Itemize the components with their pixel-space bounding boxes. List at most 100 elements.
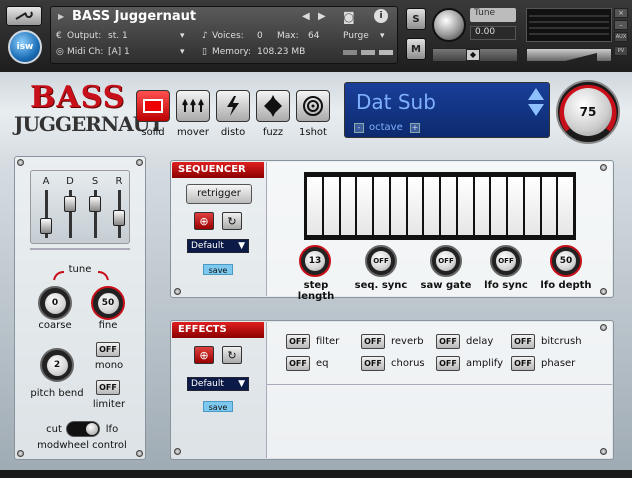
fx-globe-button[interactable]: ⊕ <box>194 346 214 364</box>
aux-button[interactable]: AUX <box>614 32 628 42</box>
fx-preset-dropdown[interactable]: Default ▼ <box>187 377 249 391</box>
mode-disto-button[interactable] <box>216 90 250 122</box>
seq-step[interactable] <box>323 177 339 235</box>
seq-step[interactable] <box>524 177 540 235</box>
seq-preset-dropdown[interactable]: Default ▼ <box>187 239 249 253</box>
seq-step[interactable] <box>390 177 406 235</box>
octave-minus-button[interactable]: - <box>354 123 364 133</box>
decay-fader[interactable] <box>64 196 76 212</box>
mute-button[interactable]: M <box>406 38 426 60</box>
step-length-knob[interactable]: 13 <box>299 245 331 277</box>
voices-label: Voices: <box>212 31 244 41</box>
seq-step[interactable] <box>441 177 456 235</box>
seq-sync-knob[interactable]: OFF <box>365 245 397 277</box>
output-dropdown-icon[interactable]: ▾ <box>180 31 185 41</box>
saw-gate-knob[interactable]: OFF <box>430 245 462 277</box>
attack-fader[interactable] <box>40 218 52 234</box>
mode-mover-button[interactable] <box>176 90 210 122</box>
octave-plus-button[interactable]: + <box>410 123 420 133</box>
seq-step[interactable] <box>424 177 439 235</box>
voices-icon: ♪ <box>202 31 208 41</box>
seq-step[interactable] <box>457 177 473 235</box>
lightning-icon <box>227 96 239 116</box>
seq-step[interactable] <box>340 177 356 235</box>
coarse-knob[interactable]: 0 <box>38 286 72 320</box>
max-value[interactable]: 64 <box>308 31 319 41</box>
fx-chorus-toggle[interactable]: OFF <box>361 356 385 371</box>
mode-fuzz-button[interactable] <box>256 90 290 122</box>
fx-delay-toggle[interactable]: OFF <box>436 334 460 349</box>
fx-filter-toggle[interactable]: OFF <box>286 334 310 349</box>
fine-knob[interactable]: 50 <box>91 286 125 320</box>
preset-name[interactable]: Dat Sub <box>356 90 436 114</box>
camera-icon[interactable]: ◙ <box>343 10 355 24</box>
seq-step[interactable] <box>357 177 372 235</box>
fx-reverb-toggle[interactable]: OFF <box>361 334 385 349</box>
seq-step[interactable] <box>558 177 573 235</box>
fx-filter-label: filter <box>316 336 340 347</box>
seq-step[interactable] <box>508 177 523 235</box>
prev-preset-icon[interactable]: ◀ <box>302 11 310 22</box>
mode-1shot-button[interactable] <box>296 90 330 122</box>
purge-dropdown-icon[interactable]: ▾ <box>380 31 385 41</box>
pv-button[interactable]: PV <box>614 46 628 56</box>
output-value[interactable]: st. 1 <box>108 31 128 41</box>
release-fader[interactable] <box>113 210 125 226</box>
midi-value[interactable]: [A] 1 <box>108 47 130 57</box>
solo-button[interactable]: S <box>406 8 426 30</box>
mono-toggle-button[interactable]: OFF <box>96 342 120 357</box>
mode-solid-button[interactable] <box>136 90 170 122</box>
instrument-name[interactable]: BASS Juggernaut <box>72 9 196 24</box>
seq-step[interactable] <box>491 177 506 235</box>
pan-handle[interactable]: ◆ <box>466 49 480 61</box>
fx-bitcrush-toggle[interactable]: OFF <box>511 334 535 349</box>
close-icon[interactable]: × <box>614 8 628 18</box>
collapse-arrow-icon[interactable]: ▶ <box>58 12 64 21</box>
seq-globe-button[interactable]: ⊕ <box>194 212 214 230</box>
midi-dropdown-icon[interactable]: ▾ <box>180 47 185 57</box>
seq-step[interactable] <box>407 177 423 235</box>
divider <box>266 384 612 385</box>
fx-eq-toggle[interactable]: OFF <box>286 356 310 371</box>
seq-step[interactable] <box>474 177 490 235</box>
tune-value[interactable]: 0.00 <box>470 26 516 40</box>
info-icon[interactable]: i <box>374 9 388 23</box>
fx-amplify-toggle[interactable]: OFF <box>436 356 460 371</box>
seq-save-button[interactable]: save <box>203 264 233 275</box>
preset-down-arrow-icon[interactable] <box>528 104 544 116</box>
next-preset-icon[interactable]: ▶ <box>318 11 326 22</box>
screw-icon <box>174 448 181 455</box>
modwheel-toggle[interactable] <box>66 421 100 437</box>
seq-preset-value: Default <box>191 241 224 251</box>
tune-knob[interactable] <box>432 8 466 42</box>
lfo-depth-value: 50 <box>556 251 576 271</box>
purge-bar <box>379 50 393 55</box>
fx-chorus-label: chorus <box>391 358 425 369</box>
refresh-icon: ↻ <box>227 348 237 362</box>
screw-icon <box>17 450 24 457</box>
fx-phaser-toggle[interactable]: OFF <box>511 356 535 371</box>
purge-label[interactable]: Purge <box>343 31 369 41</box>
seq-refresh-button[interactable]: ↻ <box>222 212 242 230</box>
limiter-toggle-button[interactable]: OFF <box>96 380 120 395</box>
step-sequencer-grid[interactable] <box>304 172 576 240</box>
volume-slider[interactable] <box>526 48 612 62</box>
sustain-fader[interactable] <box>89 196 101 212</box>
mode-label: disto <box>220 127 246 138</box>
lfo-sync-knob[interactable]: OFF <box>490 245 522 277</box>
fine-value: 50 <box>97 292 119 314</box>
retrigger-button[interactable]: retrigger <box>186 184 252 204</box>
seq-step[interactable] <box>374 177 389 235</box>
brand-logo: isw <box>8 30 42 64</box>
fx-save-button[interactable]: save <box>203 401 233 412</box>
fx-refresh-button[interactable]: ↻ <box>222 346 242 364</box>
preset-up-arrow-icon[interactable] <box>528 88 544 100</box>
seq-step[interactable] <box>307 177 322 235</box>
minimize-icon[interactable]: – <box>614 20 628 30</box>
screw-icon <box>17 159 24 166</box>
wrench-button[interactable] <box>6 6 42 26</box>
lfo-depth-knob[interactable]: 50 <box>550 245 582 277</box>
seq-step[interactable] <box>541 177 557 235</box>
saw-gate-label: saw gate <box>420 280 472 291</box>
pitch-bend-knob[interactable]: 2 <box>40 348 74 382</box>
